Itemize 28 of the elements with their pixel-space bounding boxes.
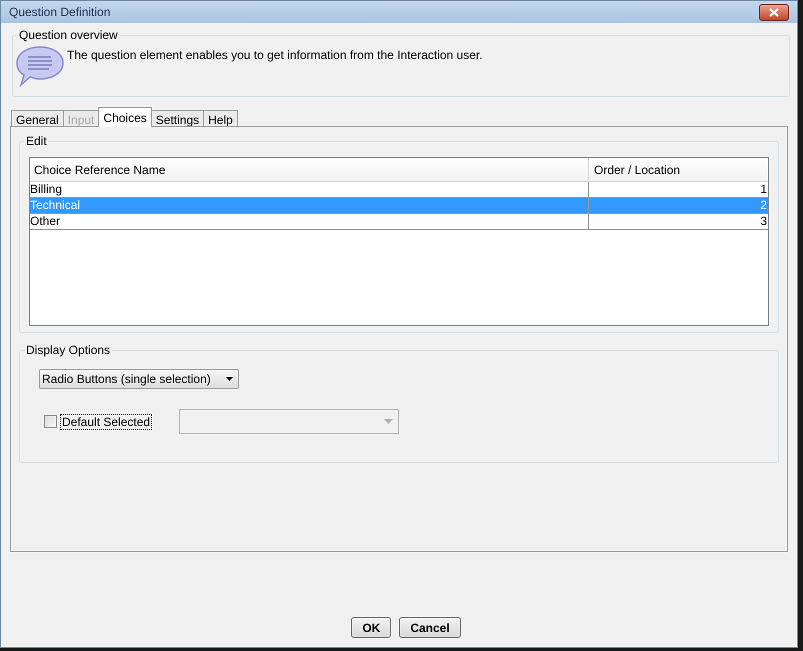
group-label: Question overview bbox=[18, 27, 119, 43]
tab[interactable]: Choices bbox=[98, 107, 152, 127]
dropdown-arrow-icon bbox=[384, 419, 394, 424]
table-cell: Other bbox=[30, 214, 589, 229]
dialog-button[interactable]: OK bbox=[351, 617, 392, 638]
display-type-dropdown[interactable]: Radio Buttons (single selection) bbox=[39, 369, 239, 389]
column-header: Choice Reference Name bbox=[30, 158, 589, 181]
overview-text: The question element enables you to get information from the Interaction user. bbox=[67, 47, 483, 64]
speech-bubble-icon bbox=[15, 45, 65, 87]
tab[interactable]: General bbox=[11, 110, 64, 127]
table-row[interactable]: Billing 1 bbox=[30, 182, 768, 198]
table-cell: Technical bbox=[30, 198, 589, 213]
checkbox[interactable] bbox=[44, 415, 57, 428]
group-label: Display Options bbox=[25, 342, 112, 358]
close-icon bbox=[769, 8, 779, 16]
table-cell-text: 2 bbox=[759, 198, 768, 213]
default-choice-dropdown[interactable] bbox=[179, 409, 400, 434]
dropdown-arrow-icon bbox=[226, 377, 233, 381]
table-cell-text: 1 bbox=[759, 182, 768, 197]
column-header: Order / Location bbox=[593, 162, 682, 178]
table-row[interactable]: Other 3 bbox=[30, 214, 768, 230]
dialog-button[interactable]: Cancel bbox=[399, 617, 461, 638]
table-cell-text: 3 bbox=[759, 214, 768, 229]
window-title: Question Definition bbox=[9, 4, 110, 21]
table-cell: Billing bbox=[30, 182, 589, 197]
tab[interactable]: Help bbox=[203, 110, 238, 127]
checkbox-label: Default Selected bbox=[60, 414, 152, 430]
close-button[interactable] bbox=[759, 4, 789, 20]
